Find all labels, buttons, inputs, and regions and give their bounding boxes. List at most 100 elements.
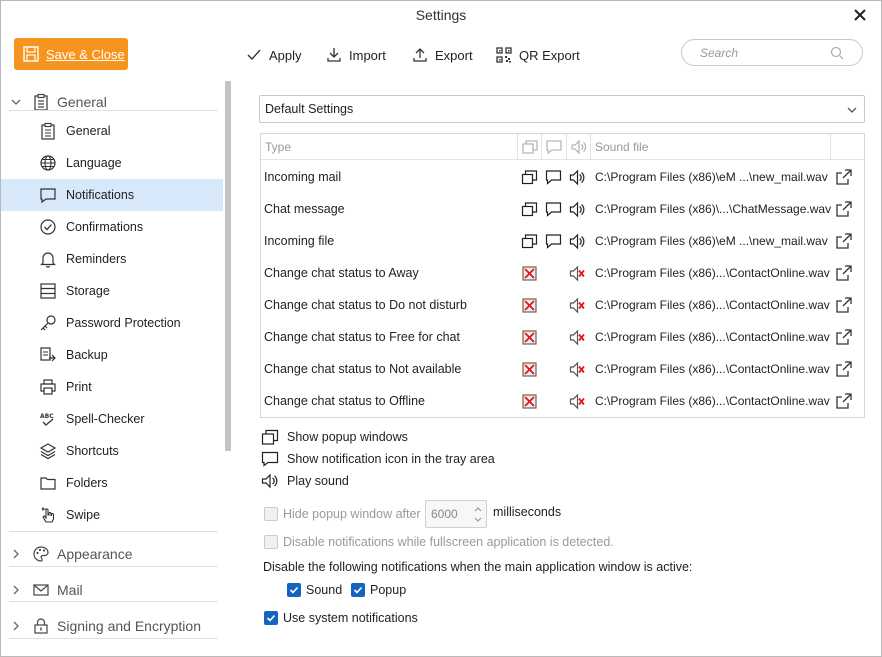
backup-icon [40,347,56,362]
chevron-right-icon [13,549,19,559]
sidebar-item-language[interactable]: Language [1,147,223,179]
table-row[interactable]: Chat message C:\Program Files (x86)\...\C… [261,193,864,225]
layers-icon [39,443,57,460]
chevron-down-icon[interactable] [473,515,483,525]
row-sound-file: C:\Program Files (x86)\...\ChatMessage.w… [595,202,832,216]
chat-bubble-icon[interactable] [545,169,562,186]
key-icon [40,315,56,331]
fullscreen-checkbox[interactable]: Disable notifications while fullscreen a… [264,535,614,549]
sidebar-item-swipe[interactable]: Swipe [1,499,223,531]
apply-button[interactable]: Apply [245,45,302,65]
speaker-muted-icon[interactable] [569,297,586,314]
disable-popup-checkbox[interactable]: Popup [351,583,406,597]
chevron-right-icon [13,621,19,631]
table-row[interactable]: Change chat status to Not available C:\Pr… [261,353,864,385]
envelope-icon [33,584,49,596]
globe-icon [40,155,56,171]
checkbox-box [264,535,278,549]
sidebar-item-backup[interactable]: Backup [1,339,223,371]
table-row[interactable]: Change chat status to Do not disturb C:\P… [261,289,864,321]
preset-select[interactable]: Default Settings [259,95,865,123]
popup-disabled-icon[interactable] [521,265,538,282]
row-sound-file: C:\Program Files (x86)\eM ...\new_mail.w… [595,170,828,184]
open-external-icon[interactable] [835,392,853,410]
hide-popup-checkbox[interactable]: Hide popup window after [264,507,421,521]
popup-window-icon[interactable] [521,201,538,218]
column-header-tray[interactable] [542,134,567,160]
disable-popup-label: Popup [370,583,407,597]
sidebar-group-general[interactable]: General [1,89,107,115]
disable-sound-checkbox[interactable]: Sound [287,583,342,597]
popup-disabled-icon[interactable] [521,297,538,314]
sidebar-item-reminders[interactable]: Reminders [1,243,223,275]
open-external-icon[interactable] [835,264,853,282]
sidebar-item-password-protection[interactable]: Password Protection [1,307,223,339]
open-external-icon[interactable] [835,296,853,314]
sidebar-item-notifications[interactable]: Notifications [1,179,223,211]
legend-tray: Show notification icon in the tray area [261,449,495,469]
sidebar-item-shortcuts[interactable]: Shortcuts [1,435,223,467]
speaker-icon[interactable] [569,233,586,250]
sidebar-group-mail[interactable]: Mail [1,577,83,603]
column-header-type[interactable]: Type [261,134,518,160]
qr-export-button[interactable]: QR Export [495,45,580,65]
qr-code-icon [496,47,512,63]
column-header-sound-file[interactable]: Sound file [591,134,831,160]
bell-icon [40,252,56,268]
hide-popup-ms-input[interactable]: 6000 [425,500,487,528]
row-sound-file: C:\Program Files (x86)...\ContactOnline.… [595,266,830,280]
speaker-icon[interactable] [569,169,586,186]
popup-window-icon[interactable] [521,169,538,186]
speaker-muted-icon[interactable] [569,329,586,346]
column-header-popup[interactable] [518,134,542,160]
disable-active-label: Disable the following notifications when… [263,560,693,574]
chat-bubble-icon[interactable] [545,233,562,250]
sidebar-item-label: Language [66,156,122,170]
table-row[interactable]: Incoming mail C:\Program Files (x86)\eM .… [261,161,864,193]
table-row[interactable]: Incoming file C:\Program Files (x86)\eM .… [261,225,864,257]
open-external-icon[interactable] [835,168,853,186]
speaker-muted-icon[interactable] [569,265,586,282]
column-header-sound[interactable] [567,134,591,160]
system-notifications-checkbox[interactable]: Use system notifications [264,611,418,625]
sidebar-group-general-label: General [57,94,107,110]
close-icon[interactable] [851,6,869,24]
chat-bubble-icon[interactable] [545,201,562,218]
sidebar-item-storage[interactable]: Storage [1,275,223,307]
open-external-icon[interactable] [835,232,853,250]
row-type: Change chat status to Away [264,266,419,280]
popup-disabled-icon[interactable] [521,361,538,378]
export-button[interactable]: Export [411,45,473,65]
open-external-icon[interactable] [835,200,853,218]
search-placeholder: Search [700,45,739,60]
sidebar-group-mail-label: Mail [57,582,83,598]
sidebar-item-confirmations[interactable]: Confirmations [1,211,223,243]
speaker-muted-icon[interactable] [569,393,586,410]
popup-window-icon[interactable] [521,233,538,250]
table-row[interactable]: Change chat status to Away C:\Program Fil… [261,257,864,289]
sidebar-group-signing[interactable]: Signing and Encryption [1,613,201,639]
open-external-icon[interactable] [835,360,853,378]
chevron-up-icon[interactable] [473,504,483,514]
save-close-button[interactable]: Save & Close [14,38,128,70]
printer-icon [40,379,56,395]
sidebar-item-general[interactable]: General [1,115,223,147]
table-header: Type Sound file [261,134,864,160]
legend-sound-label: Play sound [287,474,349,488]
speaker-icon[interactable] [569,201,586,218]
open-external-icon[interactable] [835,328,853,346]
sidebar-item-print[interactable]: Print [1,371,223,403]
sidebar-item-folders[interactable]: Folders [1,467,223,499]
popup-disabled-icon[interactable] [521,393,538,410]
sidebar-group-appearance[interactable]: Appearance [1,541,133,567]
sidebar-scrollbar[interactable] [225,81,231,451]
import-button[interactable]: Import [325,45,386,65]
chevron-down-icon [847,107,857,113]
search-input[interactable]: Search [681,39,863,66]
table-row[interactable]: Change chat status to Offline C:\Program … [261,385,864,417]
popup-disabled-icon[interactable] [521,329,538,346]
sidebar-item-spell-checker[interactable]: ABC Spell-Checker [1,403,223,435]
speaker-muted-icon[interactable] [569,361,586,378]
divider [9,638,218,639]
table-row[interactable]: Change chat status to Free for chat C:\Pr… [261,321,864,353]
